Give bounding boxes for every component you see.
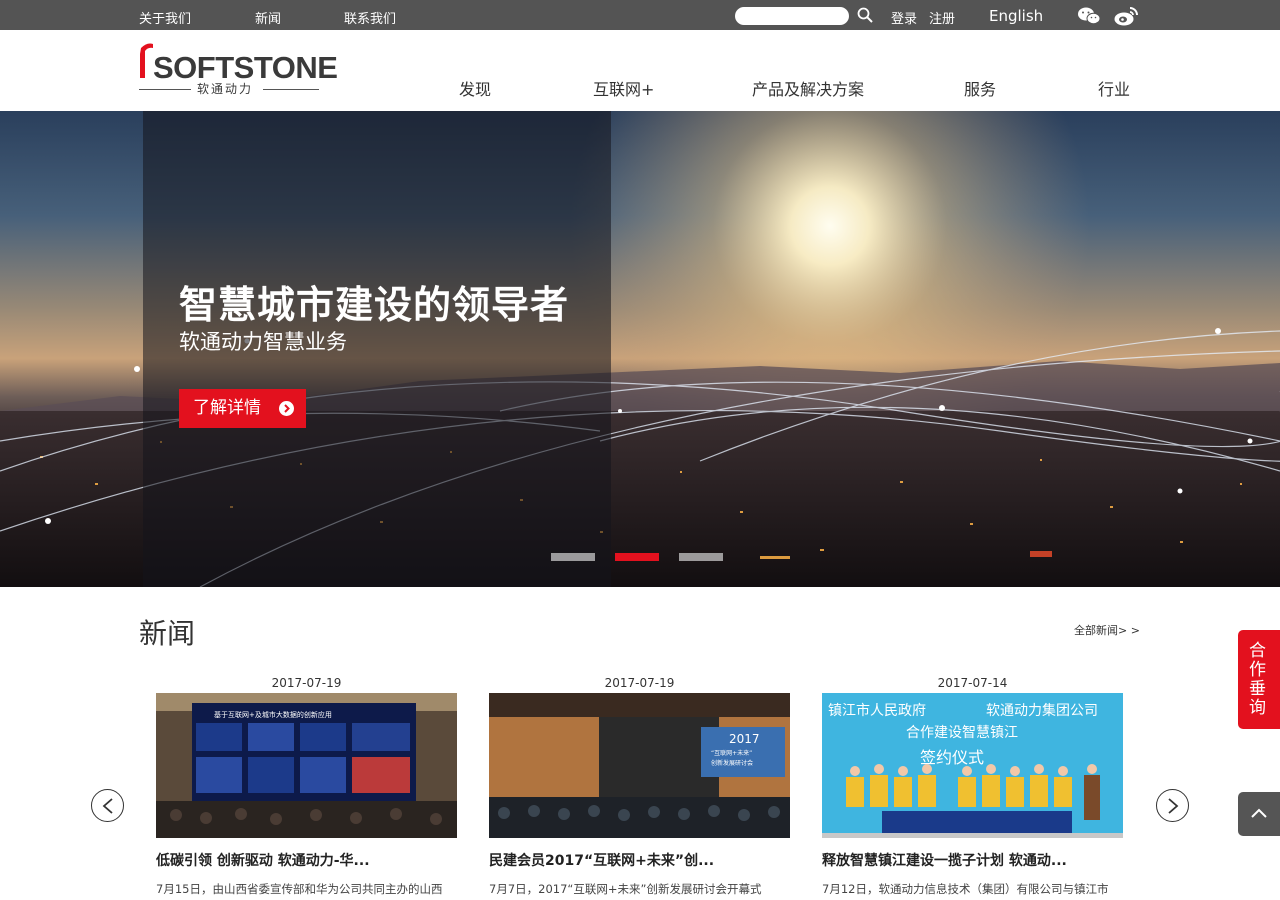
nav-industries[interactable]: 行业: [1098, 76, 1130, 100]
news-card: 2017-07-19 2017 “互联网+未来” 创新发展研讨会 民建会员201…: [489, 676, 790, 896]
contact-us-link[interactable]: 联系我们: [344, 8, 396, 27]
news-headline[interactable]: 民建会员2017“互联网+未来”创...: [489, 850, 790, 870]
learn-more-label: 了解详情: [193, 398, 261, 418]
wechat-icon[interactable]: [1077, 6, 1101, 26]
search-input[interactable]: [737, 10, 847, 24]
nav-products-solutions[interactable]: 产品及解决方案: [752, 76, 864, 100]
consultation-label: 合作垂询: [1249, 641, 1266, 718]
news-summary: 7月12日，软通动力信息技术（集团）有限公司与镇江市: [822, 882, 1109, 896]
chevron-up-icon: [1251, 808, 1267, 818]
news-summary: 7月15日，由山西省委宣传部和华为公司共同主办的山西: [156, 882, 443, 896]
carousel-dot-3[interactable]: [679, 553, 723, 561]
slide-year-text: 2017: [729, 732, 760, 746]
news-headline[interactable]: 释放智慧镇江建设一揽子计划 软通动...: [822, 850, 1123, 870]
signing-banner-text-1: 镇江市人民政府: [828, 702, 926, 719]
carousel-dot-1[interactable]: [551, 553, 595, 561]
carousel-dot-2[interactable]: [615, 553, 659, 561]
news-summary: 7月7日，2017“互联网+未来”创新发展研讨会开幕式: [489, 882, 762, 896]
nav-discover[interactable]: 发现: [459, 76, 491, 100]
news-link[interactable]: 新闻: [255, 8, 281, 27]
consultation-button[interactable]: 合作垂询: [1238, 630, 1280, 729]
search-icon[interactable]: [857, 7, 873, 23]
news-next-button[interactable]: [1156, 789, 1189, 822]
all-news-link[interactable]: 全部新闻> >: [1074, 622, 1140, 638]
top-utility-bar: 关于我们 新闻 联系我们 登录 注册 English: [0, 0, 1280, 30]
english-language-link[interactable]: English: [989, 7, 1043, 25]
learn-more-button[interactable]: 了解详情: [179, 389, 306, 428]
nav-internet-plus[interactable]: 互联网+: [593, 76, 654, 100]
news-prev-button[interactable]: [91, 789, 124, 822]
chevron-right-icon: [1168, 798, 1179, 814]
softstone-logo[interactable]: SOFTSTONE 软通动力: [139, 42, 338, 96]
back-to-top-button[interactable]: [1238, 792, 1280, 836]
news-image[interactable]: 镇江市人民政府 软通动力集团公司 合作建设智慧镇江 签约仪式: [822, 693, 1123, 838]
news-image[interactable]: 2017 “互联网+未来” 创新发展研讨会: [489, 693, 790, 838]
hero-banner: 智慧城市建设的领导者 软通动力智慧业务 了解详情: [0, 111, 1280, 587]
signing-banner-text-3: 合作建设智慧镇江: [906, 725, 1018, 741]
arrow-right-circle-icon: [279, 401, 294, 416]
news-section-title: 新闻: [139, 617, 196, 650]
news-date: 2017-07-19: [271, 676, 342, 690]
main-header: SOFTSTONE 软通动力 发现 互联网+ 产品及解决方案 服务 行业: [0, 30, 1280, 111]
news-card: 2017-07-14 镇江市人民政府 软通动力集团公司 合作建设智慧镇江 签约仪…: [822, 676, 1123, 896]
slide-event-text: “互联网+未来”: [711, 749, 752, 757]
slide-event-subtext: 创新发展研讨会: [711, 759, 753, 767]
login-link[interactable]: 登录: [891, 8, 917, 27]
nav-services[interactable]: 服务: [964, 76, 996, 100]
hero-title: 智慧城市建设的领导者: [179, 283, 570, 327]
news-date: 2017-07-14: [937, 676, 1008, 690]
news-image[interactable]: 基于互联网+及城市大数据的创新应用: [156, 693, 457, 838]
signing-banner-text-4: 签约仪式: [920, 748, 984, 767]
weibo-icon[interactable]: [1113, 5, 1139, 27]
news-headline[interactable]: 低碳引领 创新驱动 软通动力-华...: [156, 850, 457, 870]
chevron-left-icon: [102, 798, 113, 814]
register-link[interactable]: 注册: [929, 8, 955, 27]
news-card: 2017-07-19 基于互联网+及城市大数据的创新应用 低碳引领 创新驱动 软…: [156, 676, 457, 896]
search-box: [735, 7, 849, 25]
signing-banner-text-2: 软通动力集团公司: [986, 702, 1098, 719]
slide-screen-text: 基于互联网+及城市大数据的创新应用: [214, 710, 332, 719]
logo-mark-icon: [140, 43, 153, 78]
hero-subtitle: 软通动力智慧业务: [179, 330, 347, 354]
logo-subtitle: 软通动力: [139, 80, 319, 96]
about-us-link[interactable]: 关于我们: [139, 8, 191, 27]
news-date: 2017-07-19: [604, 676, 675, 690]
